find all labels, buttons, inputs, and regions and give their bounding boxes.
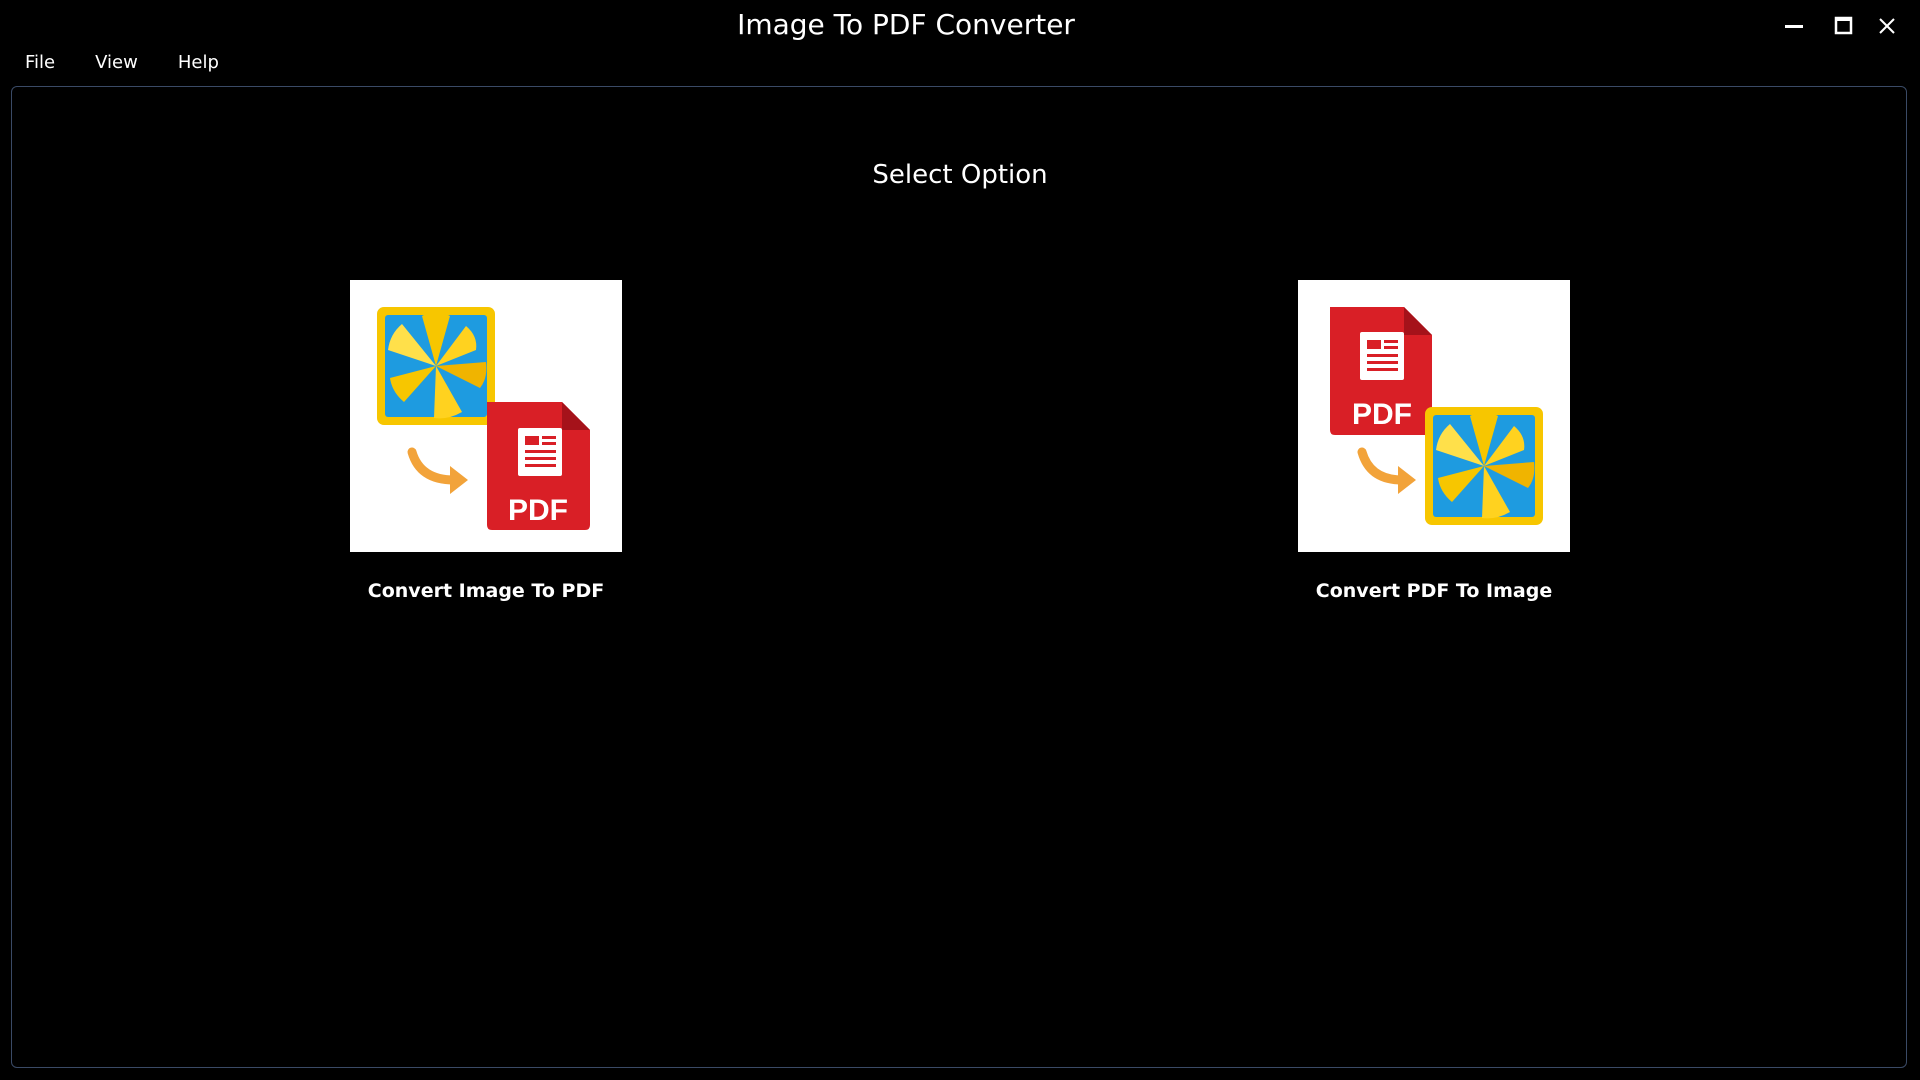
image-to-pdf-icon: PDF [377, 307, 590, 530]
title-bar: Image To PDF Converter [0, 0, 1920, 50]
svg-text:PDF: PDF [508, 494, 568, 527]
photo-icon [377, 307, 495, 425]
option-label[interactable]: Convert PDF To Image [1298, 580, 1570, 602]
menu-bar: File View Help [0, 48, 231, 78]
pdf-document-icon: PDF [487, 402, 590, 530]
arrow-icon [1357, 447, 1416, 494]
menu-help[interactable]: Help [166, 48, 231, 78]
option-tile[interactable]: PDF [1298, 280, 1570, 552]
minimize-button[interactable] [1772, 6, 1816, 46]
photo-icon [1425, 407, 1543, 525]
convert-image-to-pdf-option[interactable]: PDF Convert Image To PDF [350, 280, 622, 602]
convert-pdf-to-image-option[interactable]: PDF Convert PDF To Image [1298, 280, 1570, 602]
menu-file[interactable]: File [13, 48, 67, 78]
minimize-icon [1785, 25, 1803, 28]
close-icon [1879, 18, 1895, 34]
option-tile[interactable]: PDF [350, 280, 622, 552]
window-title: Image To PDF Converter [737, 8, 1075, 41]
maximize-icon [1834, 16, 1853, 35]
menu-view[interactable]: View [83, 48, 150, 78]
maximize-button[interactable] [1822, 6, 1866, 46]
content-frame [11, 86, 1907, 1068]
close-button[interactable] [1865, 6, 1909, 46]
arrow-icon [407, 447, 468, 494]
svg-text:PDF: PDF [1352, 398, 1412, 431]
option-label[interactable]: Convert Image To PDF [350, 580, 622, 602]
pdf-document-icon: PDF [1330, 307, 1432, 435]
page-heading: Select Option [872, 160, 1048, 190]
pdf-to-image-icon: PDF [1330, 307, 1543, 525]
